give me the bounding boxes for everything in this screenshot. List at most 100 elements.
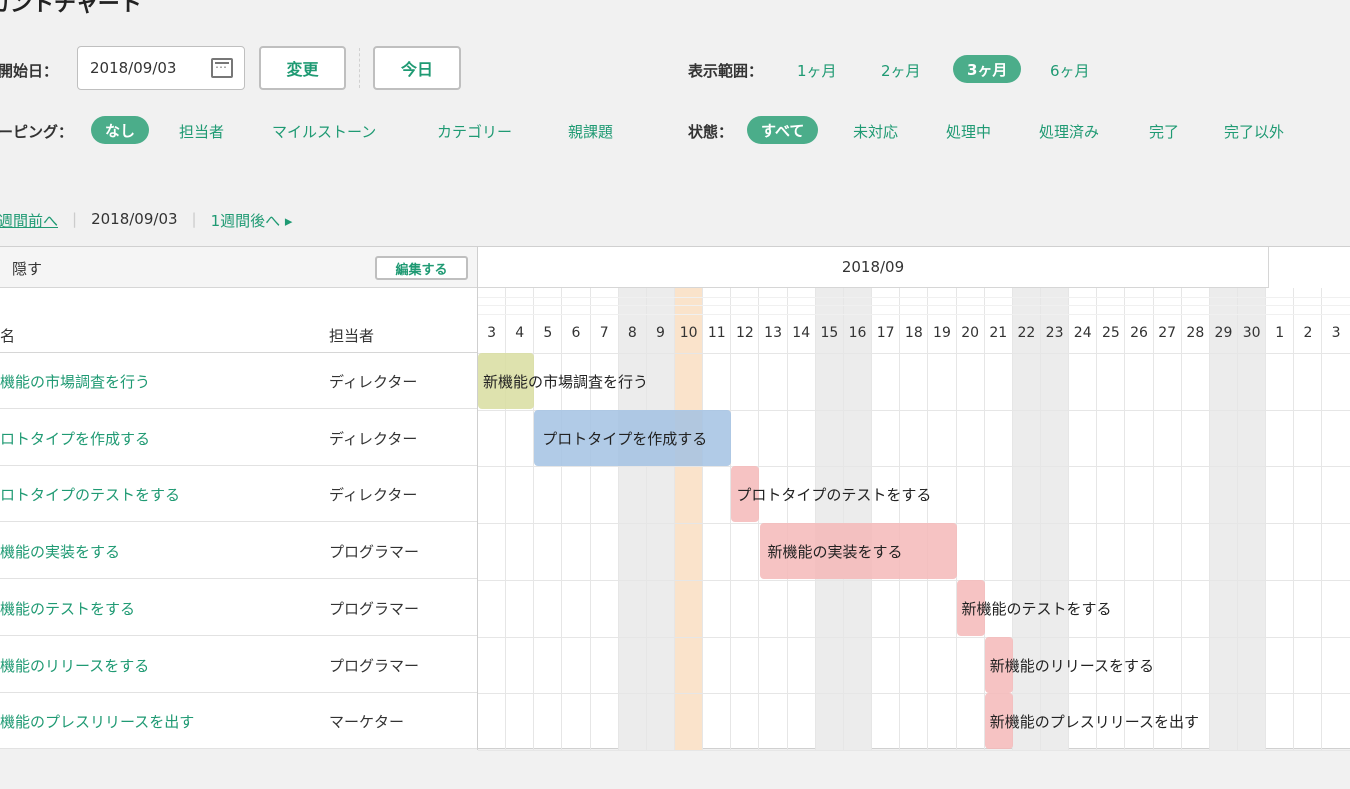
day-number: 5 [543, 325, 553, 341]
day-number: 10 [679, 325, 698, 341]
day-column: 6 [562, 288, 591, 750]
day-number: 15 [820, 325, 839, 341]
grid-line [478, 693, 1350, 695]
task-assignee: ディレクター [329, 373, 418, 391]
day-number: 30 [1242, 325, 1261, 341]
day-column: 24 [1069, 288, 1098, 750]
task-assignee: プログラマー [329, 543, 420, 562]
day-number: 2 [1303, 325, 1313, 341]
hide-toggle[interactable]: 隠す [12, 258, 42, 279]
task-name-link[interactable]: 機能のプレスリリースを出す [0, 711, 194, 732]
nav-separator: | [72, 210, 78, 228]
task-assignee: ディレクター [329, 486, 418, 505]
day-number: 11 [707, 325, 726, 341]
gantt-chart: 隠す 編集する 名 担当者 機能の市場調査を行う ディレクター ロトタイプを作成する… [0, 246, 1350, 751]
day-column: 22 [1012, 288, 1041, 750]
table-row: ロトタイプを作成する ディレクター [0, 410, 477, 466]
day-number: 24 [1073, 325, 1092, 341]
task-bar-label: 新機能のプレスリリースを出す [989, 713, 1199, 732]
day-number: 26 [1130, 325, 1148, 341]
table-row: 機能のテストをする プログラマー [0, 580, 477, 636]
table-row: ロトタイプのテストをする ディレクター [0, 466, 477, 523]
prev-week-link[interactable]: 週間前へ [0, 210, 58, 231]
day-number: 18 [904, 325, 923, 341]
range-option-1m[interactable]: 1ヶ月 [797, 60, 837, 81]
today-button[interactable]: 今日 [373, 46, 461, 90]
day-column: 10 [675, 288, 704, 750]
range-option-6m[interactable]: 6ヶ月 [1050, 60, 1090, 81]
status-option-open[interactable]: 未対応 [853, 121, 898, 142]
start-date-input[interactable]: 2018/09/03 [77, 46, 245, 90]
day-number: 3 [487, 325, 497, 341]
day-number: 8 [627, 325, 637, 341]
day-column: 11 [703, 288, 732, 750]
start-date-value: 2018/09/03 [90, 59, 177, 77]
table-row: 機能の実装をする プログラマー [0, 523, 477, 580]
day-column: 18 [900, 288, 929, 750]
day-column: 3 [1323, 288, 1350, 750]
day-number: 17 [876, 325, 895, 341]
task-bar-label: 新機能のリリースをする [989, 656, 1154, 675]
day-number: 25 [1101, 325, 1120, 341]
status-option-not-closed[interactable]: 完了以外 [1224, 121, 1284, 142]
task-bar-label: 新機能の実装をする [767, 543, 903, 562]
task-name-link[interactable]: 機能の実装をする [0, 541, 120, 562]
nav-separator: | [191, 210, 197, 228]
status-option-all[interactable]: すべて [747, 116, 819, 144]
current-date: 2018/09/03 [91, 210, 178, 228]
day-column: 14 [788, 288, 816, 750]
day-column: 23 [1041, 288, 1070, 750]
task-bar-label: 新機能の市場調査を行う [483, 373, 649, 391]
day-number: 23 [1045, 325, 1064, 341]
day-column: 2 [1294, 288, 1323, 750]
status-option-in-progress[interactable]: 処理中 [946, 121, 991, 142]
day-number: 4 [515, 325, 525, 341]
task-bar-label: プロトタイプを作成する [542, 429, 708, 448]
day-number: 28 [1186, 325, 1205, 341]
change-button[interactable]: 変更 [259, 46, 346, 90]
task-assignee: ディレクター [329, 429, 418, 448]
day-number: 7 [599, 325, 609, 341]
table-row: 機能のリリースをする プログラマー [0, 637, 477, 693]
day-column: 30 [1238, 288, 1267, 750]
task-name-link[interactable]: ロトタイプのテストをする [0, 484, 180, 505]
day-number: 16 [848, 325, 867, 341]
month-header: 2018/09 [478, 247, 1268, 288]
day-number: 9 [656, 325, 665, 341]
grouping-option-milestone[interactable]: マイルストーン [272, 121, 376, 142]
grid-line [478, 636, 1350, 638]
week-navigation: 週間前へ | 2018/09/03 | 1週間後へ ▸ [0, 210, 292, 231]
day-number: 21 [989, 325, 1008, 341]
day-column: 29 [1209, 288, 1239, 750]
task-name-link[interactable]: 機能の市場調査を行う [0, 371, 150, 392]
button-divider [359, 48, 360, 88]
table-header: 隠す 編集する [0, 247, 477, 288]
day-column: 27 [1154, 288, 1182, 750]
grouping-option-category[interactable]: カテゴリー [437, 121, 512, 142]
day-column: 9 [646, 288, 676, 750]
day-number: 22 [1017, 325, 1036, 341]
range-option-2m[interactable]: 2ヶ月 [881, 60, 921, 81]
status-option-resolved[interactable]: 処理済み [1039, 121, 1099, 142]
task-name-link[interactable]: 機能のテストをする [0, 598, 135, 619]
grid-line [478, 305, 1350, 306]
day-number: 27 [1158, 325, 1177, 341]
day-number: 13 [764, 325, 782, 341]
day-column: 8 [618, 288, 647, 750]
task-name-link[interactable]: 機能のリリースをする [0, 655, 149, 676]
task-bar-label: 新機能のテストをする [961, 599, 1112, 618]
calendar-icon[interactable] [211, 58, 233, 78]
grouping-option-parent[interactable]: 親課題 [568, 121, 613, 142]
edit-button[interactable]: 編集する [375, 256, 468, 280]
status-option-closed[interactable]: 完了 [1149, 121, 1179, 142]
task-name-link[interactable]: ロトタイプを作成する [0, 428, 150, 449]
grouping-option-none[interactable]: なし [91, 116, 150, 144]
task-assignee: マーケター [329, 713, 405, 732]
next-week-link[interactable]: 1週間後へ ▸ [211, 210, 293, 231]
grouping-option-assignee[interactable]: 担当者 [179, 121, 224, 142]
task-bar-label: プロトタイプのテストをする [736, 486, 932, 505]
range-option-3m[interactable]: 3ヶ月 [953, 55, 1022, 83]
day-column: 26 [1125, 288, 1154, 750]
day-number: 1 [1275, 325, 1285, 341]
day-column: 20 [957, 288, 985, 750]
